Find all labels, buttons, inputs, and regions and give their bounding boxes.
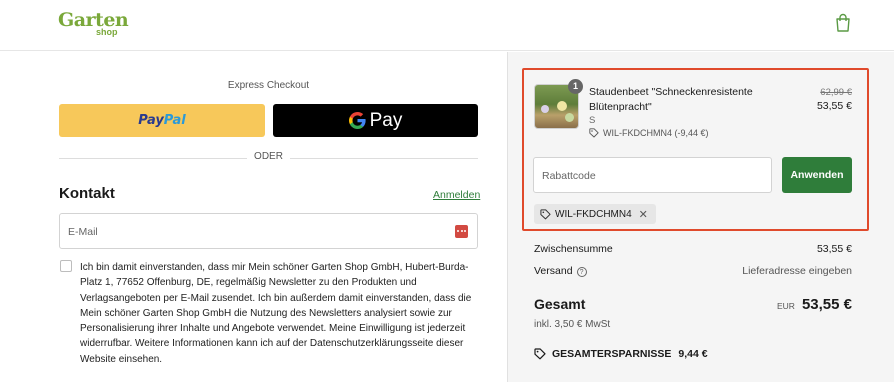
remove-discount-icon[interactable]: ✕ — [639, 208, 648, 221]
tag-icon — [589, 128, 599, 138]
discount-code-input[interactable] — [542, 168, 762, 184]
shipping-label: Versand — [534, 265, 573, 277]
subtotal-value: 53,55 € — [816, 243, 852, 255]
tag-icon — [540, 208, 551, 219]
total-savings: GESAMTERSPARNISSE 9,44 € — [534, 348, 708, 360]
product-original-price: 62,99 € — [820, 87, 852, 98]
or-divider: ODER — [59, 151, 478, 165]
paypal-logo: PayPal — [138, 113, 186, 128]
product-variant: S — [589, 115, 596, 126]
newsletter-consent-text: Ich bin damit einverstanden, dass mir Me… — [80, 262, 472, 365]
login-link[interactable]: Anmelden — [433, 189, 480, 201]
contact-heading: Kontakt — [59, 185, 115, 202]
tag-icon — [534, 348, 546, 360]
shipping-row: Versand? — [534, 265, 587, 277]
total-label: Gesamt — [534, 296, 586, 312]
product-discount: WIL-FKDCHMN4 (-9,44 €) — [589, 128, 709, 138]
password-manager-icon[interactable] — [455, 225, 468, 238]
total-value: 53,55 € — [801, 296, 852, 313]
newsletter-consent-checkbox[interactable] — [60, 260, 72, 272]
quantity-badge: 1 — [568, 79, 583, 94]
shop-logo[interactable]: Garten shop — [58, 9, 129, 39]
product-discount-text: WIL-FKDCHMN4 (-9,44 €) — [603, 128, 709, 138]
express-checkout-title: Express Checkout — [227, 80, 310, 91]
or-divider-label: ODER — [254, 151, 283, 162]
subtotal-label: Zwischensumme — [534, 243, 613, 255]
savings-value: 9,44 € — [678, 348, 708, 360]
shopping-bag-icon[interactable] — [834, 13, 852, 33]
google-g-icon — [348, 112, 366, 129]
header: Garten shop — [0, 0, 894, 51]
email-input[interactable] — [68, 224, 438, 240]
discount-code-field[interactable] — [533, 157, 772, 193]
savings-label: GESAMTERSPARNISSE — [552, 348, 672, 360]
applied-discount-chip: WIL-FKDCHMN4 ✕ — [534, 204, 656, 224]
logo-sub-text: shop — [96, 27, 118, 37]
total-amount: EUR 53,55 € — [777, 296, 852, 313]
google-pay-button[interactable]: Pay — [273, 104, 478, 137]
applied-discount-code: WIL-FKDCHMN4 — [555, 208, 632, 220]
info-icon[interactable]: ? — [576, 267, 587, 277]
paypal-button[interactable]: PayPal — [59, 104, 265, 137]
apply-discount-button[interactable]: Anwenden — [782, 157, 852, 193]
product-name: Staudenbeet "Schneckenresistente Blütenp… — [589, 86, 753, 113]
total-currency: EUR — [777, 301, 795, 311]
tax-note: inkl. 3,50 € MwSt — [534, 319, 611, 330]
email-field[interactable] — [59, 213, 478, 249]
shipping-value: Lieferadresse eingeben — [742, 265, 852, 277]
google-pay-label: Pay — [369, 109, 403, 131]
product-price: 53,55 € — [816, 100, 852, 112]
